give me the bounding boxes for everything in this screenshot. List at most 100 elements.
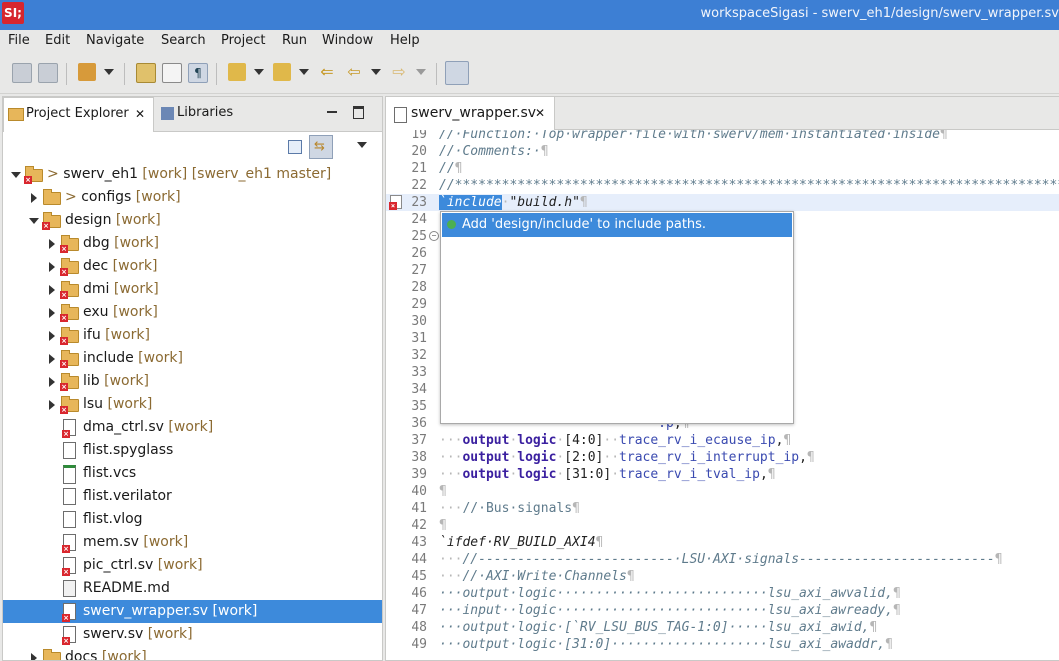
editor-tab-swerv-wrapper[interactable]: swerv_wrapper.sv ✕: [386, 97, 555, 130]
close-icon[interactable]: ✕: [535, 106, 545, 120]
line-number: 34: [386, 381, 427, 398]
tab-libraries[interactable]: Libraries: [155, 97, 255, 131]
collapsed-arrow-icon[interactable]: [31, 193, 37, 203]
save-all-icon[interactable]: [38, 63, 58, 83]
tree-item-label: include [work]: [83, 350, 183, 366]
tree-item[interactable]: flist.vcs: [3, 462, 382, 485]
show-whitespace-icon[interactable]: ¶: [188, 63, 208, 83]
next-annotation-icon[interactable]: [228, 63, 246, 81]
tree-item[interactable]: ×pic_ctrl.sv [work]: [3, 554, 382, 577]
quickfix-item[interactable]: Add 'design/include' to include paths.: [442, 213, 792, 237]
tree-item-decoration: [work]: [111, 212, 160, 228]
fold-toggle-icon[interactable]: −: [429, 231, 439, 241]
code-line[interactable]: 19//·Function:·Top·wrapper·file·with·swe…: [386, 130, 1059, 143]
chevron-down-icon[interactable]: [254, 69, 264, 75]
tree-item[interactable]: ×dbg [work]: [3, 232, 382, 255]
tree-item[interactable]: ×ifu [work]: [3, 324, 382, 347]
tree-item[interactable]: ×lsu [work]: [3, 393, 382, 416]
code-line[interactable]: 38···output·logic·[2:0]··trace_rv_i_inte…: [386, 449, 1059, 466]
code-line[interactable]: 40¶: [386, 483, 1059, 500]
code-line[interactable]: 37···output·logic·[4:0]··trace_rv_i_ecau…: [386, 432, 1059, 449]
forward-arrow-icon[interactable]: ⇨: [390, 63, 408, 81]
tree-item[interactable]: ×dec [work]: [3, 255, 382, 278]
code-line[interactable]: 42¶: [386, 517, 1059, 534]
tree-item[interactable]: ×dmi [work]: [3, 278, 382, 301]
code-line[interactable]: 39···output·logic·[31:0]·trace_rv_i_tval…: [386, 466, 1059, 483]
code-line[interactable]: 45···//·AXI·Write·Channels¶: [386, 568, 1059, 585]
menu-project[interactable]: Project: [221, 33, 265, 48]
tree-item-decoration: [work]: [164, 419, 213, 435]
chevron-down-icon[interactable]: [299, 69, 309, 75]
tree-item[interactable]: ×lib [work]: [3, 370, 382, 393]
collapsed-arrow-icon[interactable]: [49, 285, 55, 295]
tree-item[interactable]: ×exu [work]: [3, 301, 382, 324]
last-edit-location-icon[interactable]: ⇐: [318, 63, 336, 81]
code-line[interactable]: 41···//·Bus·signals¶: [386, 500, 1059, 517]
code-line[interactable]: 47···input··logic·······················…: [386, 602, 1059, 619]
collapsed-arrow-icon[interactable]: [49, 262, 55, 272]
tree-item[interactable]: ×dma_ctrl.sv [work]: [3, 416, 382, 439]
tree-item[interactable]: ×swerv.sv [work]: [3, 623, 382, 646]
menu-navigate[interactable]: Navigate: [86, 33, 144, 48]
tab-project-explorer[interactable]: Project Explorer ✕: [3, 97, 154, 132]
line-number: 42: [386, 517, 427, 534]
collapsed-arrow-icon[interactable]: [49, 239, 55, 249]
pin-editor-icon[interactable]: [445, 61, 469, 85]
build-icon[interactable]: [78, 63, 96, 81]
code-line[interactable]: 44···//-------------------------·LSU·AXI…: [386, 551, 1059, 568]
tree-item[interactable]: ×swerv_wrapper.sv [work]: [3, 600, 382, 623]
tree-item-decoration: [work]: [143, 626, 192, 642]
tree-item[interactable]: ×design [work]: [3, 209, 382, 232]
code-line[interactable]: 46···output·logic·······················…: [386, 585, 1059, 602]
menu-file[interactable]: File: [8, 33, 30, 48]
chevron-down-icon[interactable]: [104, 69, 114, 75]
collapsed-arrow-icon[interactable]: [49, 377, 55, 387]
tree-item-label: design [work]: [65, 212, 161, 228]
menu-run[interactable]: Run: [282, 33, 307, 48]
link-with-editor-icon[interactable]: ⇆: [309, 135, 333, 159]
collapsed-arrow-icon[interactable]: [49, 354, 55, 364]
collapsed-arrow-icon[interactable]: [49, 331, 55, 341]
file-icon: [63, 511, 76, 528]
tree-item[interactable]: ×include [work]: [3, 347, 382, 370]
tree-item[interactable]: flist.spyglass: [3, 439, 382, 462]
tree-item[interactable]: docs [work]: [3, 646, 382, 660]
menu-search[interactable]: Search: [161, 33, 206, 48]
back-arrow-icon[interactable]: ⇦: [345, 63, 363, 81]
menu-edit[interactable]: Edit: [45, 33, 70, 48]
code-line[interactable]: 20//·Comments:·¶: [386, 143, 1059, 160]
code-line[interactable]: ×23`include·"build.h"¶: [386, 194, 1059, 211]
maximize-icon[interactable]: [353, 106, 364, 119]
tree-item[interactable]: > configs [work]: [3, 186, 382, 209]
expanded-arrow-icon[interactable]: [11, 172, 21, 178]
menu-help[interactable]: Help: [390, 33, 420, 48]
minimize-icon[interactable]: [327, 111, 337, 113]
chevron-down-icon[interactable]: [416, 69, 426, 75]
menu-window[interactable]: Window: [322, 33, 373, 48]
save-icon[interactable]: [12, 63, 32, 83]
tree-item[interactable]: README.md: [3, 577, 382, 600]
collapsed-arrow-icon[interactable]: [49, 400, 55, 410]
open-type-icon[interactable]: [136, 63, 156, 83]
sigasi-logo-icon: SI;: [2, 2, 24, 24]
code-line[interactable]: 21//¶: [386, 160, 1059, 177]
previous-annotation-icon[interactable]: [273, 63, 291, 81]
tree-item[interactable]: ×> swerv_eh1 [work] [swerv_eh1 master]: [3, 163, 382, 186]
open-resource-icon[interactable]: [162, 63, 182, 83]
line-number: 26: [386, 245, 427, 262]
view-menu-icon[interactable]: [357, 142, 367, 148]
tree-item[interactable]: ×mem.sv [work]: [3, 531, 382, 554]
expanded-arrow-icon[interactable]: [29, 218, 39, 224]
code-line[interactable]: 22//************************************…: [386, 177, 1059, 194]
tree-item[interactable]: flist.verilator: [3, 485, 382, 508]
collapse-all-icon[interactable]: [288, 140, 302, 154]
collapsed-arrow-icon[interactable]: [49, 308, 55, 318]
chevron-down-icon[interactable]: [371, 69, 381, 75]
code-line[interactable]: 43`ifdef·RV_BUILD_AXI4¶: [386, 534, 1059, 551]
line-number: 46: [386, 585, 427, 602]
code-line[interactable]: 49···output·logic·[31:0]················…: [386, 636, 1059, 653]
tree-item-decoration: [work]: [208, 603, 257, 619]
code-line[interactable]: 48···output·logic·[`RV_LSU_BUS_TAG-1:0]·…: [386, 619, 1059, 636]
close-icon[interactable]: ✕: [135, 107, 145, 121]
tree-item[interactable]: flist.vlog: [3, 508, 382, 531]
